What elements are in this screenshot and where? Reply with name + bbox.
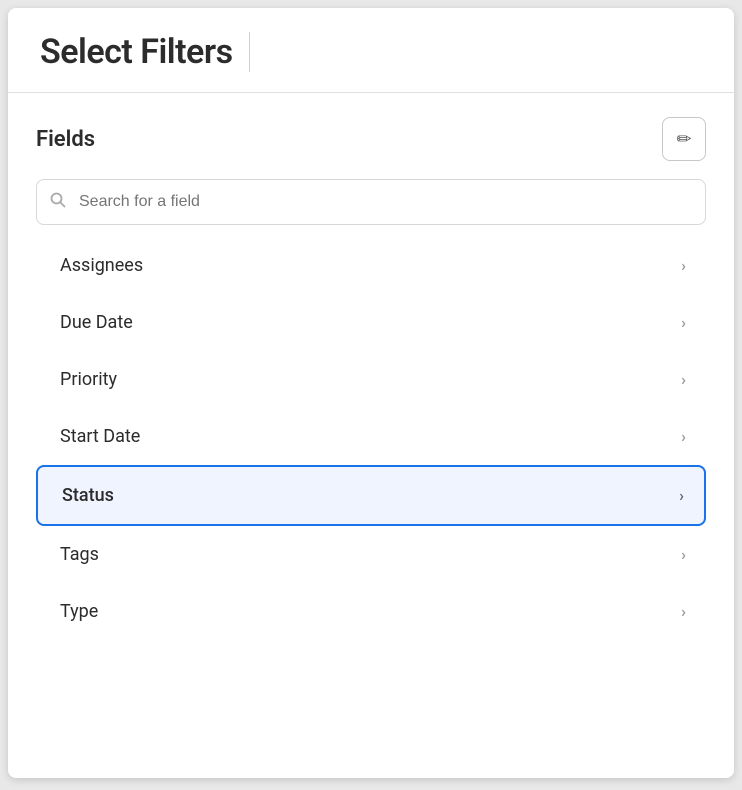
panel-header: Select Filters [8, 8, 734, 93]
panel-body: Fields ✏ Assignees › Due Date › [8, 93, 734, 664]
search-input[interactable] [36, 179, 706, 225]
edit-button[interactable]: ✏ [662, 117, 706, 161]
field-item-assignees[interactable]: Assignees › [36, 237, 706, 294]
chevron-right-icon: › [681, 313, 686, 332]
field-item-priority[interactable]: Priority › [36, 351, 706, 408]
pencil-icon: ✏ [676, 129, 691, 150]
field-item-due-date[interactable]: Due Date › [36, 294, 706, 351]
fields-header: Fields ✏ [36, 117, 706, 161]
field-list: Assignees › Due Date › Priority › Start … [36, 237, 706, 640]
field-item-type[interactable]: Type › [36, 583, 706, 640]
header-divider [249, 32, 250, 72]
chevron-right-icon: › [681, 256, 686, 275]
page-title: Select Filters [40, 32, 233, 72]
chevron-right-icon: › [681, 545, 686, 564]
chevron-right-icon: › [681, 370, 686, 389]
select-filters-panel: Select Filters Fields ✏ Assignees › [8, 8, 734, 778]
field-item-tags[interactable]: Tags › [36, 526, 706, 583]
chevron-right-icon: › [681, 427, 686, 446]
field-item-start-date[interactable]: Start Date › [36, 408, 706, 465]
chevron-right-icon: › [681, 602, 686, 621]
search-container [36, 179, 706, 225]
fields-label: Fields [36, 127, 95, 152]
field-item-status[interactable]: Status › [36, 465, 706, 526]
chevron-right-icon: › [679, 486, 684, 505]
